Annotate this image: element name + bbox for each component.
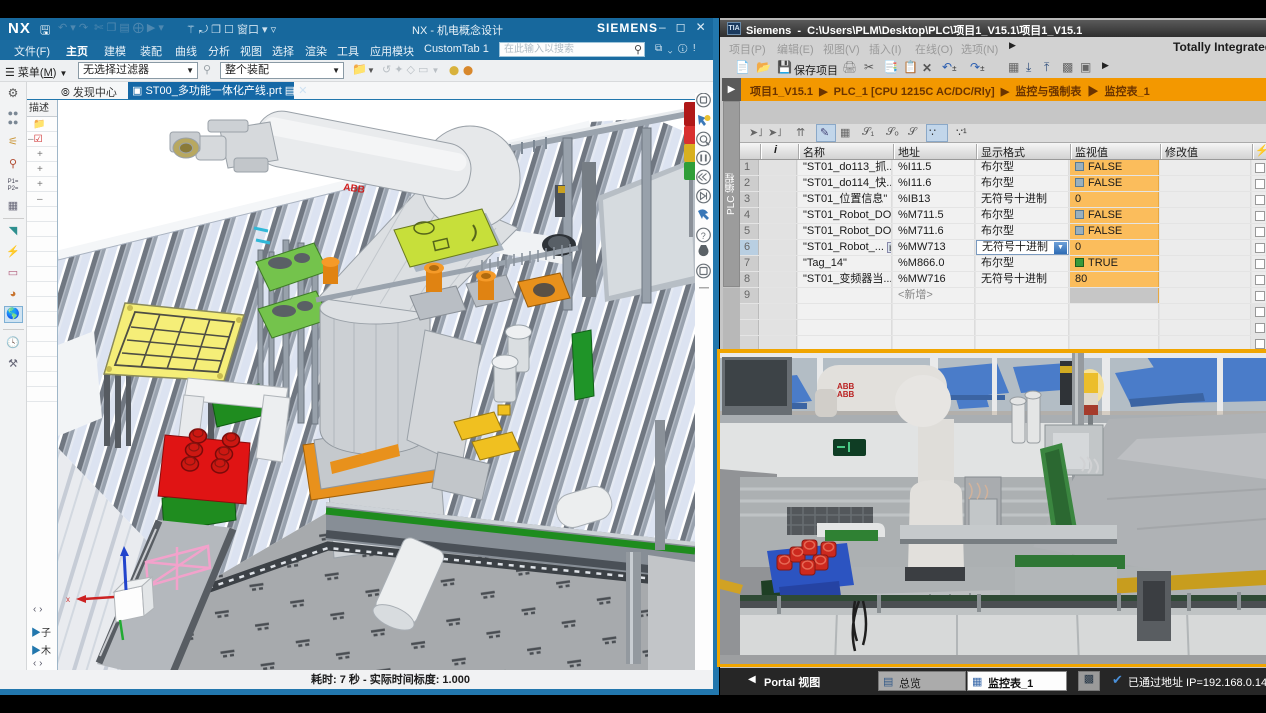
svg-text:x: x xyxy=(66,595,70,604)
svg-text:?: ? xyxy=(701,231,706,241)
